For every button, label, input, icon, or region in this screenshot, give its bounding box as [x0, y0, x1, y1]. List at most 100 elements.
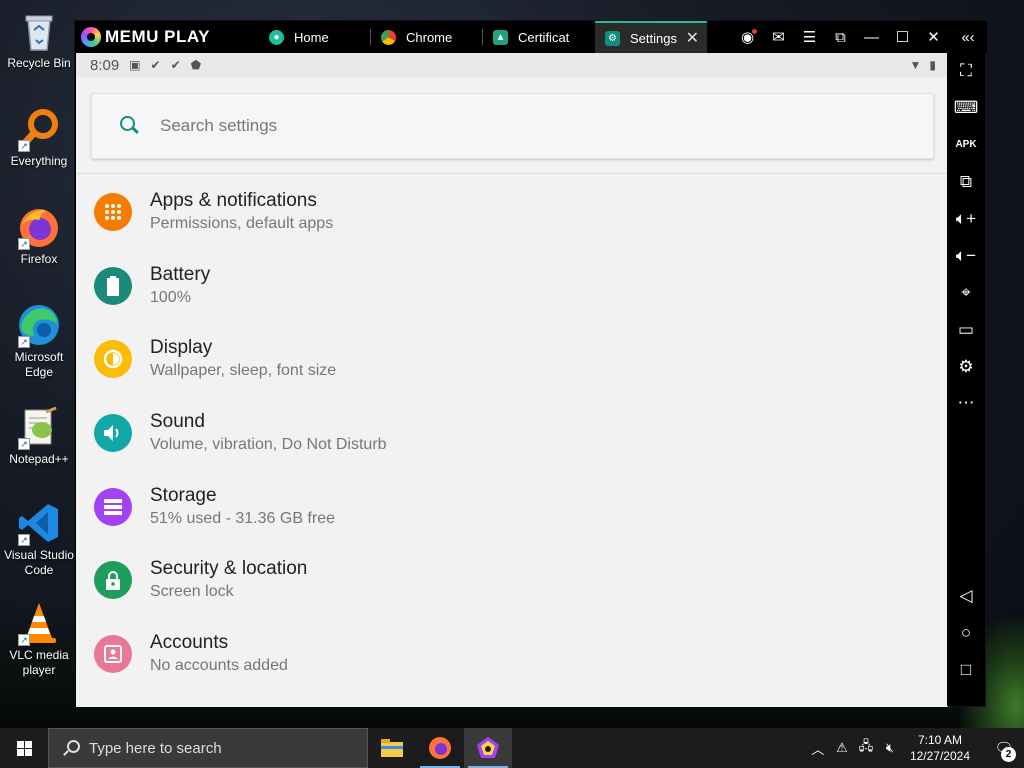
search-input[interactable]	[160, 116, 760, 136]
settings-item-subtitle: 51% used - 31.36 GB free	[150, 509, 335, 527]
settings-item-display[interactable]: Display Wallpaper, sleep, font size	[76, 322, 948, 396]
chevron-up-icon[interactable]: ︿	[806, 739, 830, 758]
apps-icon	[94, 192, 132, 231]
settings-item-title: Apps & notifications	[150, 189, 317, 211]
tab-close-icon[interactable]: ✕	[686, 28, 699, 48]
home-app-icon: ●	[269, 29, 284, 45]
mail-icon[interactable]: ✉	[763, 28, 794, 46]
settings-item-title: Security & location	[150, 558, 308, 580]
tab-certificat[interactable]: ▲ Certificat	[483, 21, 595, 53]
desktop-icon-everything[interactable]: ↗ Everything	[2, 106, 76, 169]
shortcut-arrow-icon: ↗	[18, 438, 30, 450]
emulator-sidebar: ⛶ ⌨ APK ⧉ 🔈︎+ 🔈︎− ⌖ ▭ ⚙ ⋯ ◁ ○ □	[947, 53, 985, 706]
notification-icon: ▣	[129, 58, 141, 72]
vlc-icon: ↗	[16, 600, 62, 646]
home-icon[interactable]: ○	[947, 623, 985, 643]
notepadpp-icon: ↗	[16, 404, 62, 450]
location-icon[interactable]: ⌖	[947, 283, 985, 303]
check-icon: ✔	[150, 58, 161, 72]
battery-status-icon: ▮	[929, 58, 936, 72]
shortcut-arrow-icon: ↗	[18, 336, 30, 348]
volume-muted-icon[interactable]: 🔇︎	[878, 740, 902, 756]
settings-item-storage[interactable]: Storage 51% used - 31.36 GB free	[76, 470, 948, 544]
tab-chrome[interactable]: Chrome	[371, 21, 483, 53]
display-icon	[94, 340, 132, 379]
settings-item-sound[interactable]: Sound Volume, vibration, Do Not Disturb	[76, 396, 948, 470]
tab-label: Home	[294, 29, 329, 45]
firefox-icon: ↗	[16, 204, 62, 250]
desktop-icon-vscode[interactable]: ↗ Visual Studio Code	[2, 500, 76, 578]
volume-down-icon[interactable]: 🔈︎−	[947, 246, 985, 266]
accounts-icon	[94, 634, 132, 673]
tab-home[interactable]: ● Home	[259, 21, 371, 53]
more-icon[interactable]: ⋯	[947, 393, 985, 413]
folder-icon[interactable]: ▭	[947, 320, 985, 340]
settings-item-apps[interactable]: Apps & notifications Permissions, defaul…	[76, 175, 948, 249]
search-icon	[118, 114, 142, 138]
vscode-icon: ↗	[16, 500, 62, 546]
settings-item-battery[interactable]: Battery 100%	[76, 249, 948, 323]
taskbar-memu[interactable]	[464, 728, 512, 768]
desktop-icon-vlc[interactable]: ↗ VLC media player	[2, 600, 76, 678]
fullscreen-icon[interactable]: ⛶	[947, 61, 985, 81]
memu-logo-icon	[81, 27, 101, 47]
windows-taskbar: Type here to search ︿ ⚠ 🖧︎ 🔇︎ 7:10 AM 12…	[0, 728, 1024, 768]
settings-item-subtitle: Screen lock	[150, 583, 234, 601]
settings-item-subtitle: Permissions, default apps	[150, 214, 334, 232]
search-area	[76, 77, 948, 174]
shortcut-arrow-icon: ↗	[18, 634, 30, 646]
desktop-icon-recycle-bin[interactable]: Recycle Bin	[2, 8, 76, 71]
edge-icon: ↗	[16, 302, 62, 348]
desktop-icon-firefox[interactable]: ↗ Firefox	[2, 204, 76, 267]
search-bar[interactable]	[91, 93, 934, 159]
volume-up-icon[interactable]: 🔈︎+	[947, 209, 985, 229]
memu-brand-text: MEMU PLAY	[105, 27, 210, 46]
recents-icon[interactable]: □	[947, 660, 985, 680]
taskbar-search-placeholder: Type here to search	[89, 739, 222, 757]
network-icon[interactable]: 🖧︎	[854, 737, 878, 759]
settings-item-security[interactable]: Security & location Screen lock	[76, 543, 948, 617]
settings-item-title: Accounts	[150, 631, 229, 653]
settings-item-subtitle: Volume, vibration, Do Not Disturb	[150, 435, 387, 453]
desktop-icon-label: Recycle Bin	[7, 56, 71, 70]
back-icon[interactable]: ◁	[947, 586, 985, 606]
android-app-icon: ▲	[493, 29, 508, 45]
network-alert-icon[interactable]: ⚠	[830, 740, 854, 756]
settings-item-accounts[interactable]: Accounts No accounts added	[76, 617, 948, 691]
minimize-icon[interactable]: —	[856, 29, 887, 46]
notification-count-badge: 2	[1001, 747, 1016, 762]
maximize-icon[interactable]: ☐	[887, 28, 918, 46]
restore-icon[interactable]: ⧉	[825, 29, 856, 46]
settings-item-title: Battery	[150, 263, 211, 285]
file-explorer-icon	[381, 739, 403, 757]
keyboard-icon[interactable]: ⌨	[947, 98, 985, 118]
account-icon[interactable]: ◉	[732, 28, 763, 46]
shortcut-arrow-icon: ↗	[18, 534, 30, 546]
tab-settings[interactable]: ⚙ Settings ✕	[595, 21, 707, 53]
collapse-sidebar-icon[interactable]: «‹	[949, 29, 987, 46]
taskbar-search[interactable]: Type here to search	[48, 728, 368, 768]
desktop-icon-label: Firefox	[20, 252, 58, 266]
tab-label: Settings	[630, 30, 677, 46]
recycle-bin-icon	[16, 8, 62, 54]
desktop-icon-notepadpp[interactable]: ↗ Notepad++	[2, 404, 76, 467]
sound-icon	[94, 413, 132, 452]
desktop-icon-label: Microsoft Edge	[14, 350, 64, 379]
search-icon	[63, 740, 80, 756]
memu-icon	[477, 737, 499, 758]
memu-logo: MEMU PLAY	[81, 27, 259, 47]
start-button[interactable]	[0, 728, 48, 768]
apk-icon[interactable]: APK	[947, 135, 985, 155]
taskbar-clock[interactable]: 7:10 AM 12/27/2024	[910, 732, 970, 764]
close-icon[interactable]: ✕	[918, 28, 949, 46]
multi-instance-icon[interactable]: ⧉	[947, 172, 985, 192]
notification-center-button[interactable]: 🗨︎ 2	[984, 739, 1024, 762]
taskbar-file-explorer[interactable]	[368, 728, 416, 768]
settings-list: Apps & notifications Permissions, defaul…	[76, 174, 948, 691]
desktop-icon-edge[interactable]: ↗ Microsoft Edge	[2, 302, 76, 380]
settings-gear-icon[interactable]: ⚙	[947, 357, 985, 377]
windows-logo-icon	[16, 740, 32, 756]
menu-icon[interactable]: ☰	[794, 28, 825, 46]
settings-item-subtitle: Wallpaper, sleep, font size	[150, 362, 337, 380]
taskbar-firefox[interactable]	[416, 728, 464, 768]
